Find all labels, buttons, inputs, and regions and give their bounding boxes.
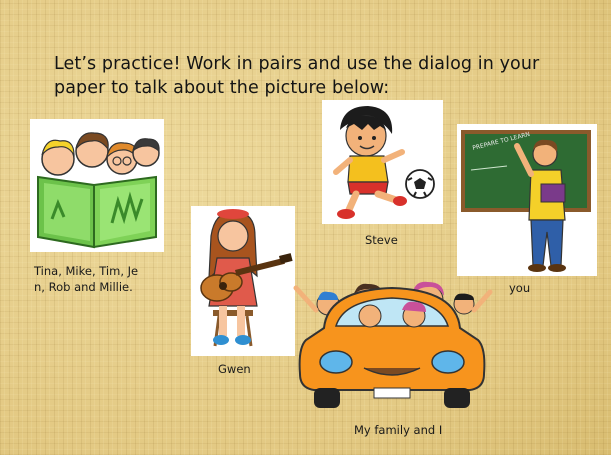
gwen-caption: Gwen [218, 362, 251, 376]
teacher-at-chalkboard-icon: PREPARE TO LEARN [457, 124, 597, 276]
teacher-caption: you [509, 281, 531, 295]
instructions-text: Let’s practice! Work in pairs and use th… [54, 52, 554, 100]
kids-caption: Tina, Mike, Tim, Je n, Rob and Millie. [34, 263, 138, 295]
kids-reading-book-icon [30, 119, 164, 252]
family-in-car-icon [293, 281, 493, 408]
teacher-picture: PREPARE TO LEARN [457, 124, 597, 276]
instructions-line-1: Let’s practice! Work in pairs and use th… [54, 54, 540, 74]
practice-slide: Let’s practice! Work in pairs and use th… [0, 0, 611, 455]
kids-caption-line-2: n, Rob and Millie. [34, 280, 133, 294]
boy-kicking-soccer-ball-icon [322, 100, 443, 224]
kids-reading-picture [30, 119, 164, 252]
family-caption: My family and I [354, 423, 443, 437]
instructions-line-2: paper to talk about the picture below: [54, 78, 390, 98]
girl-playing-guitar-icon [191, 206, 295, 356]
gwen-picture [191, 206, 295, 356]
family-car-picture [288, 270, 494, 413]
kids-caption-line-1: Tina, Mike, Tim, Je [34, 264, 139, 278]
steve-caption: Steve [365, 233, 398, 247]
steve-picture [322, 100, 443, 224]
